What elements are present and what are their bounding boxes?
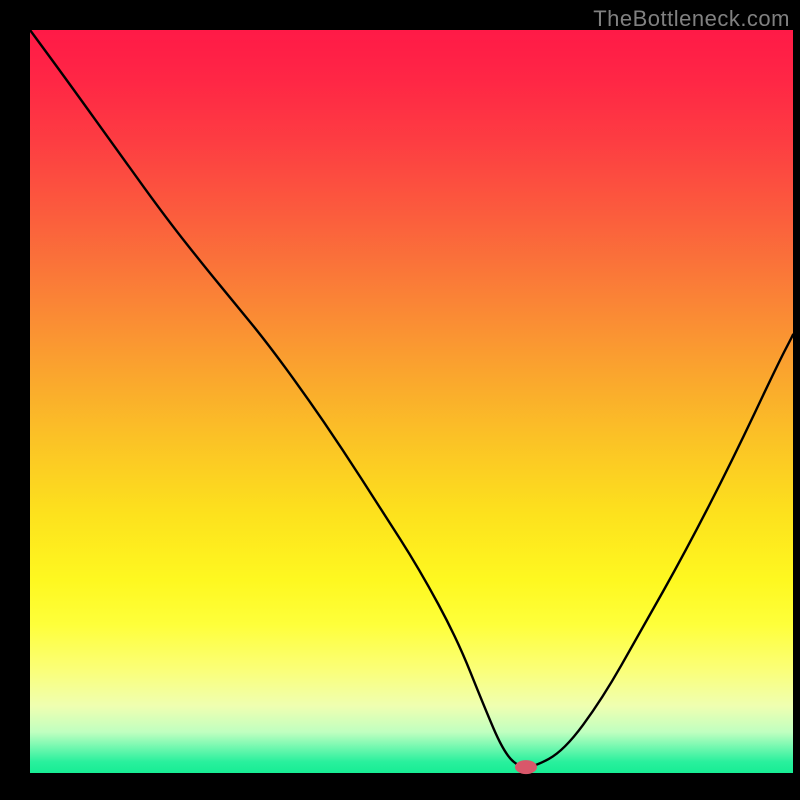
bottleneck-plot: [0, 0, 800, 800]
optimal-marker: [515, 760, 537, 774]
watermark-text: TheBottleneck.com: [593, 6, 790, 32]
plot-background: [30, 30, 793, 773]
chart-stage: TheBottleneck.com: [0, 0, 800, 800]
